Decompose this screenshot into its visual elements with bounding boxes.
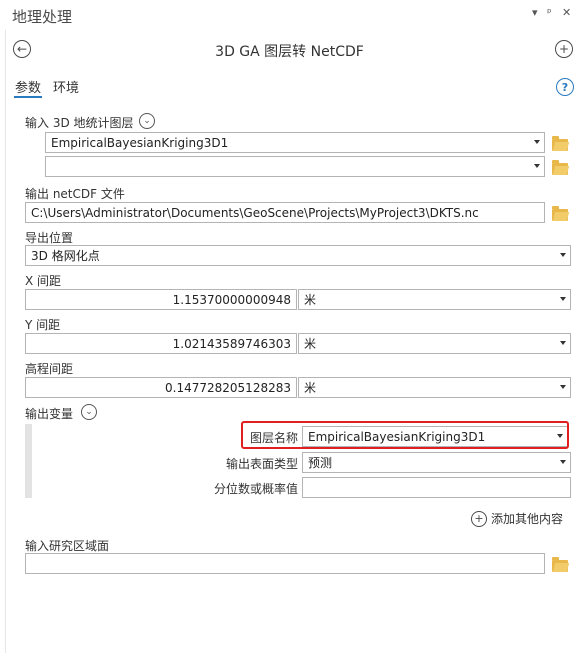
y-spacing-unit: 米 [304,337,317,351]
input-layer-label: 输入 3D 地统计图层 [25,116,134,130]
add-button[interactable]: + [555,40,573,58]
y-spacing-unit-select[interactable]: 米 [298,333,571,354]
surface-type-value: 预测 [308,456,333,470]
z-spacing-unit-select[interactable]: 米 [298,377,571,398]
tool-title: 3D GA 图层转 NetCDF [215,44,364,60]
panel-title: 地理处理 [12,8,73,26]
y-spacing-label: Y 间距 [25,318,61,332]
add-more-button[interactable]: + 添加其他内容 [471,510,563,527]
folder-icon[interactable] [552,557,568,572]
surface-type-label: 输出表面类型 [226,457,299,471]
study-area-input[interactable] [25,553,545,574]
input-layer-value: EmpiricalBayesianKriging3D1 [51,135,229,150]
panel-left-border [5,30,6,653]
quantile-label: 分位数或概率值 [214,482,299,496]
output-file-input[interactable]: C:\Users\Administrator\Documents\GeoScen… [25,202,545,223]
x-spacing-unit: 米 [304,293,317,307]
z-spacing-input[interactable]: 0.147728205128283 [25,377,297,398]
export-location-value: 3D 格网化点 [31,249,100,263]
dropdown-arrow-icon [560,385,566,389]
input-layer-select-2[interactable] [45,156,545,177]
surface-type-select[interactable]: 预测 [302,452,571,473]
dropdown-arrow-icon [560,460,566,464]
output-file-label: 输出 netCDF 文件 [25,187,125,201]
active-tab-indicator [14,96,42,98]
tab-parameters[interactable]: 参数 [15,77,41,96]
x-spacing-input[interactable]: 1.15370000000948 [25,289,297,310]
pin-icon[interactable]: ᵖ [547,6,552,19]
folder-icon[interactable] [552,160,568,175]
close-icon[interactable]: ✕ [562,6,571,19]
output-variables-label: 输出变量 [25,407,74,421]
chevron-down-icon[interactable]: ⌄ [139,113,155,129]
plus-icon: + [558,42,570,56]
dropdown-arrow-icon [560,253,566,257]
quantile-input[interactable] [302,477,571,498]
export-location-label: 导出位置 [25,231,74,245]
x-spacing-value: 1.15370000000948 [172,292,291,307]
y-spacing-input[interactable]: 1.02143589746303 [25,333,297,354]
z-spacing-label: 高程间距 [25,362,74,376]
folder-icon[interactable] [552,136,568,151]
z-spacing-value: 0.147728205128283 [165,380,291,395]
chevron-down-icon[interactable]: ⌄ [81,404,97,420]
panel-options-dropdown[interactable]: ▾ [532,6,538,19]
study-area-label: 输入研究区域面 [25,539,110,553]
help-icon[interactable]: ? [556,78,574,96]
tab-environments[interactable]: 环境 [53,77,79,96]
dropdown-arrow-icon [560,297,566,301]
highlight-box [241,421,569,449]
add-more-label: 添加其他内容 [491,512,564,526]
dropdown-arrow-icon [560,341,566,345]
plus-circle-icon: + [471,510,487,527]
x-spacing-label: X 间距 [25,274,62,288]
x-spacing-unit-select[interactable]: 米 [298,289,571,310]
dropdown-arrow-icon [534,164,540,168]
y-spacing-value: 1.02143589746303 [172,336,291,351]
output-file-value: C:\Users\Administrator\Documents\GeoScen… [31,205,479,220]
group-indent-bar [25,424,32,498]
folder-icon[interactable] [552,206,568,221]
input-layer-select-1[interactable]: EmpiricalBayesianKriging3D1 [45,132,545,153]
dropdown-arrow-icon [534,140,540,144]
export-location-select[interactable]: 3D 格网化点 [25,245,571,266]
z-spacing-unit: 米 [304,381,317,395]
